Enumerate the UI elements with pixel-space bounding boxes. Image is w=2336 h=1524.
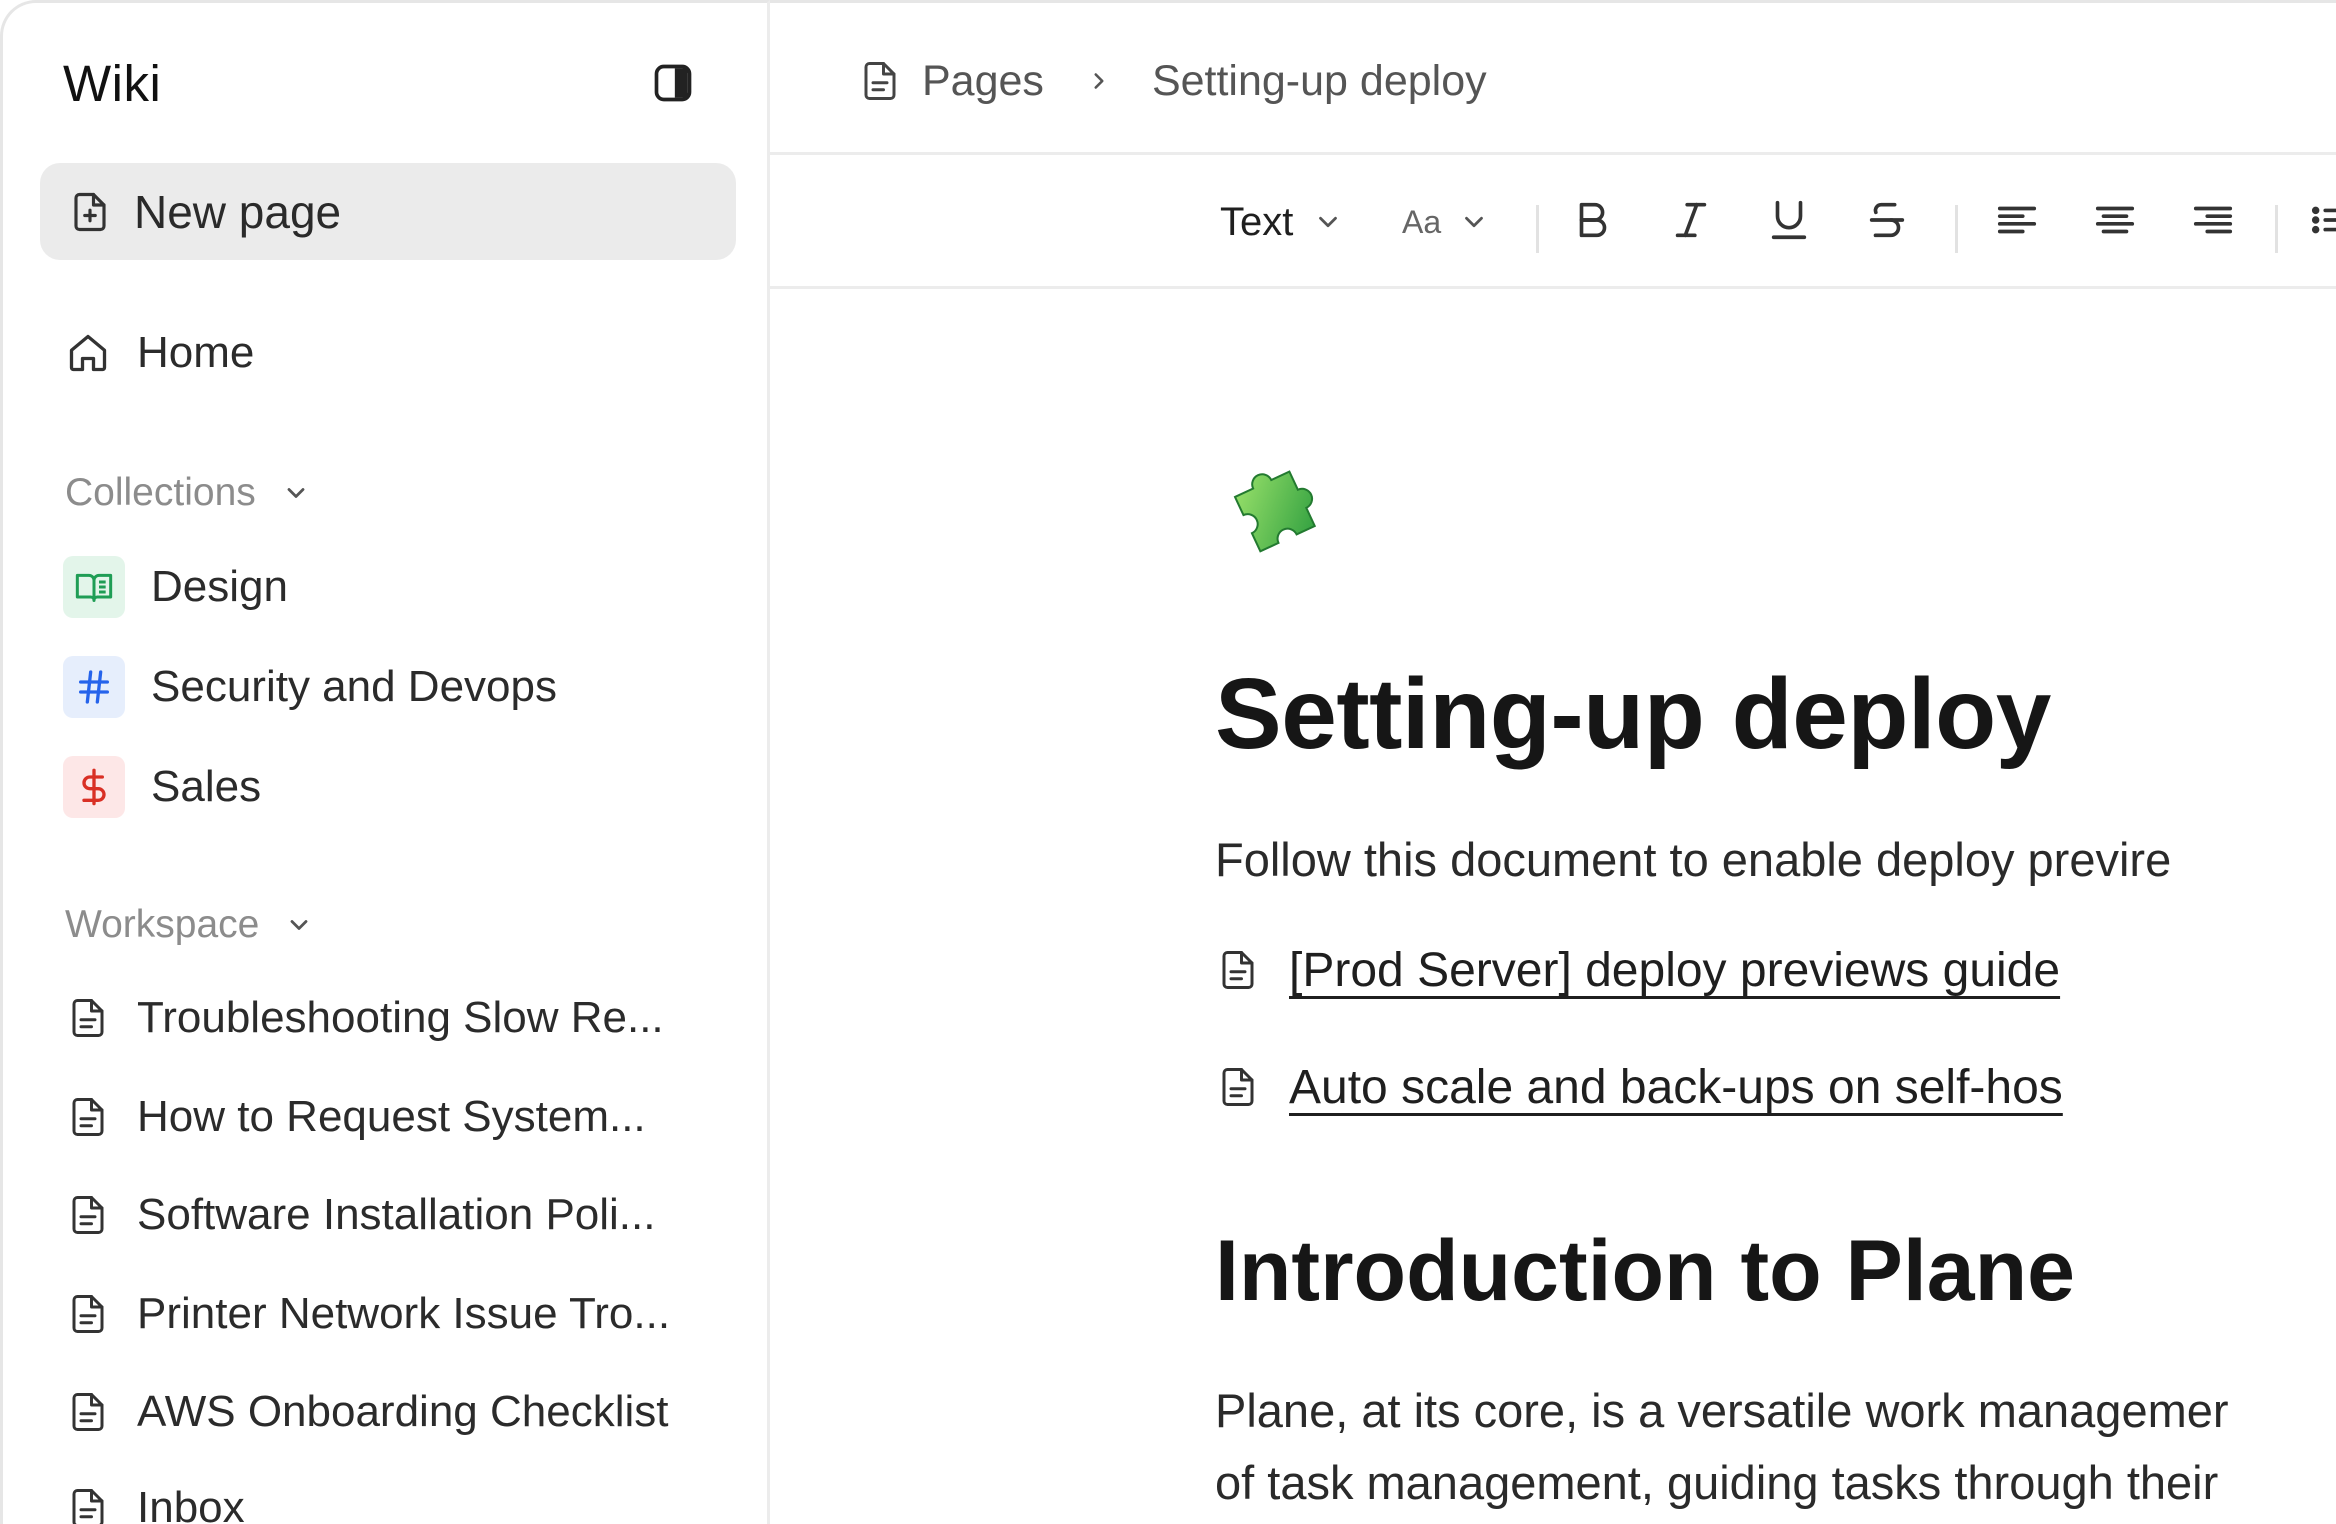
- bold-button[interactable]: [1570, 187, 1616, 257]
- home-icon: [63, 328, 113, 378]
- workspace-page-item[interactable]: Printer Network Issue Tro...: [63, 1279, 723, 1349]
- align-center-button[interactable]: [2092, 187, 2138, 257]
- align-right-button[interactable]: [2190, 187, 2236, 257]
- editor-toolbar: Text Aa: [770, 155, 2336, 289]
- workspace-page-item[interactable]: AWS Onboarding Checklist: [63, 1377, 723, 1447]
- paragraph-line: Plane, at its core, is a versatile work …: [1215, 1384, 2229, 1437]
- file-text-icon: [63, 1190, 113, 1240]
- bullet-list-button[interactable]: [2308, 187, 2336, 257]
- chevron-down-icon: [1313, 207, 1343, 237]
- page-label: Troubleshooting Slow Re...: [137, 993, 664, 1042]
- font-size-label: Aa: [1402, 203, 1442, 240]
- file-plus-icon: [68, 190, 112, 234]
- text-style-label: Text: [1220, 199, 1294, 244]
- font-size-dropdown[interactable]: Aa: [1402, 187, 1489, 257]
- toolbar-divider: [1536, 205, 1539, 253]
- breadcrumb-pages-link[interactable]: Pages: [922, 57, 1044, 106]
- italic-button[interactable]: [1668, 187, 1714, 257]
- workspace-page-item[interactable]: Troubleshooting Slow Re...: [63, 983, 723, 1053]
- align-left-icon: [1994, 197, 2040, 248]
- new-page-label: New page: [134, 185, 342, 238]
- app-window: Wiki New page Home Collections Design Se…: [0, 0, 2336, 1524]
- align-right-icon: [2190, 197, 2236, 248]
- breadcrumb-current: Setting-up deploy: [1151, 56, 1487, 105]
- section-heading[interactable]: Introduction to Plane: [1215, 1222, 2075, 1321]
- strikethrough-icon: [1864, 197, 1910, 248]
- workspace-heading: Workspace: [65, 903, 260, 946]
- file-text-icon: [1215, 945, 1261, 995]
- page-link-label: [Prod Server] deploy previews guide: [1289, 943, 2061, 997]
- align-left-button[interactable]: [1994, 187, 2040, 257]
- collections-heading: Collections: [65, 471, 256, 514]
- new-page-button[interactable]: New page: [40, 163, 736, 260]
- bold-icon: [1570, 197, 1616, 248]
- toolbar-divider: [2275, 205, 2278, 253]
- paragraph-line: of task management, guiding tasks throug…: [1215, 1456, 2219, 1509]
- breadcrumb-trail: Pages Setting-up deploy: [858, 51, 1487, 111]
- file-text-icon: [63, 1483, 113, 1524]
- underline-button[interactable]: [1766, 187, 1812, 257]
- page-label: Printer Network Issue Tro...: [137, 1289, 671, 1338]
- file-text-icon: [63, 1387, 113, 1437]
- collection-item-sales[interactable]: Sales: [63, 752, 261, 822]
- collections-section-toggle[interactable]: Collections: [65, 463, 314, 523]
- sidebar-toggle-icon[interactable]: [649, 59, 697, 107]
- workspace-page-item[interactable]: Inbox: [63, 1473, 723, 1524]
- workspace-page-item[interactable]: Software Installation Poli...: [63, 1180, 723, 1250]
- chevron-down-icon: [1459, 207, 1489, 237]
- text-style-dropdown[interactable]: Text: [1220, 187, 1343, 257]
- app-title: Wiki: [63, 54, 162, 112]
- file-text-icon: [63, 1289, 113, 1339]
- file-text-icon: [63, 993, 113, 1043]
- sidebar-item-label: Home: [137, 328, 255, 377]
- workspace-section-toggle[interactable]: Workspace: [65, 895, 317, 955]
- italic-icon: [1668, 197, 1714, 248]
- file-text-icon: [1215, 1062, 1261, 1112]
- toolbar-divider: [1955, 205, 1958, 253]
- puzzle-piece-icon[interactable]: [1215, 447, 1335, 567]
- workspace-page-item[interactable]: How to Request System...: [63, 1082, 723, 1152]
- main-content: Pages Setting-up deploy Text Aa Setting-…: [770, 0, 2336, 1524]
- book-open-icon: [63, 556, 125, 618]
- sidebar-item-home[interactable]: Home: [63, 313, 254, 393]
- chevron-down-icon: [285, 909, 317, 941]
- file-text-icon: [858, 57, 902, 105]
- strikethrough-button[interactable]: [1864, 187, 1910, 257]
- collection-label: Design: [151, 562, 288, 611]
- align-center-icon: [2092, 197, 2138, 248]
- page-link[interactable]: Auto scale and back-ups on self-hos: [1215, 1052, 2063, 1122]
- sidebar: Wiki New page Home Collections Design Se…: [0, 0, 770, 1524]
- page-title[interactable]: Setting-up deploy: [1215, 657, 2051, 772]
- page-label: How to Request System...: [137, 1092, 646, 1141]
- page-description[interactable]: Follow this document to enable deploy pr…: [1215, 832, 2171, 887]
- list-icon: [2308, 197, 2336, 248]
- collection-label: Security and Devops: [151, 662, 557, 711]
- page-link[interactable]: [Prod Server] deploy previews guide: [1215, 935, 2060, 1005]
- file-text-icon: [63, 1092, 113, 1142]
- hash-icon: [63, 656, 125, 718]
- body-paragraph[interactable]: Plane, at its core, is a versatile work …: [1215, 1375, 2229, 1519]
- page-label: AWS Onboarding Checklist: [137, 1387, 669, 1436]
- sidebar-header: Wiki: [63, 53, 697, 113]
- page-label: Software Installation Poli...: [137, 1190, 656, 1239]
- underline-icon: [1766, 197, 1812, 248]
- page-label: Inbox: [137, 1483, 245, 1524]
- collection-item-security-devops[interactable]: Security and Devops: [63, 652, 557, 722]
- collection-item-design[interactable]: Design: [63, 552, 288, 622]
- breadcrumb: Pages Setting-up deploy: [770, 3, 2336, 155]
- page-link-label: Auto scale and back-ups on self-hos: [1289, 1060, 2063, 1114]
- dollar-icon: [63, 756, 125, 818]
- chevron-right-icon: [1084, 61, 1114, 101]
- chevron-down-icon: [282, 477, 314, 509]
- collection-label: Sales: [151, 762, 262, 811]
